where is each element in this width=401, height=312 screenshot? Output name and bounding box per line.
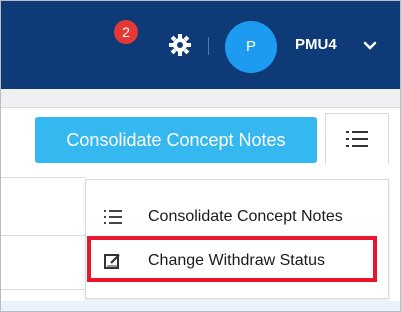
settings-button[interactable] bbox=[169, 34, 191, 56]
table-line bbox=[1, 177, 85, 178]
user-menu-toggle[interactable] bbox=[363, 39, 377, 53]
content-top-strip bbox=[1, 89, 400, 107]
gear-icon bbox=[169, 34, 191, 56]
menu-item-consolidate-concept-notes[interactable]: Consolidate Concept Notes bbox=[86, 197, 388, 237]
table-line bbox=[1, 235, 85, 236]
highlight-box bbox=[87, 236, 377, 282]
top-navigation-bar: 2 P PMU4 bbox=[1, 1, 400, 89]
table-area bbox=[1, 177, 85, 305]
actions-menu-button[interactable] bbox=[325, 113, 389, 164]
header-divider bbox=[208, 37, 209, 55]
list-icon bbox=[104, 210, 122, 224]
user-name[interactable]: PMU4 bbox=[295, 35, 337, 55]
consolidate-concept-notes-button[interactable]: Consolidate Concept Notes bbox=[35, 117, 317, 163]
bottom-strip bbox=[1, 301, 400, 311]
list-icon bbox=[346, 131, 368, 147]
menu-item-label: Consolidate Concept Notes bbox=[148, 208, 343, 225]
chevron-down-icon bbox=[363, 41, 377, 50]
app-frame: 2 P PMU4 Consolidate Concept Notes Conso… bbox=[0, 0, 401, 312]
content-divider bbox=[1, 107, 400, 108]
notification-count-badge: 2 bbox=[114, 20, 138, 44]
table-line bbox=[1, 289, 85, 290]
user-avatar[interactable]: P bbox=[225, 21, 277, 73]
